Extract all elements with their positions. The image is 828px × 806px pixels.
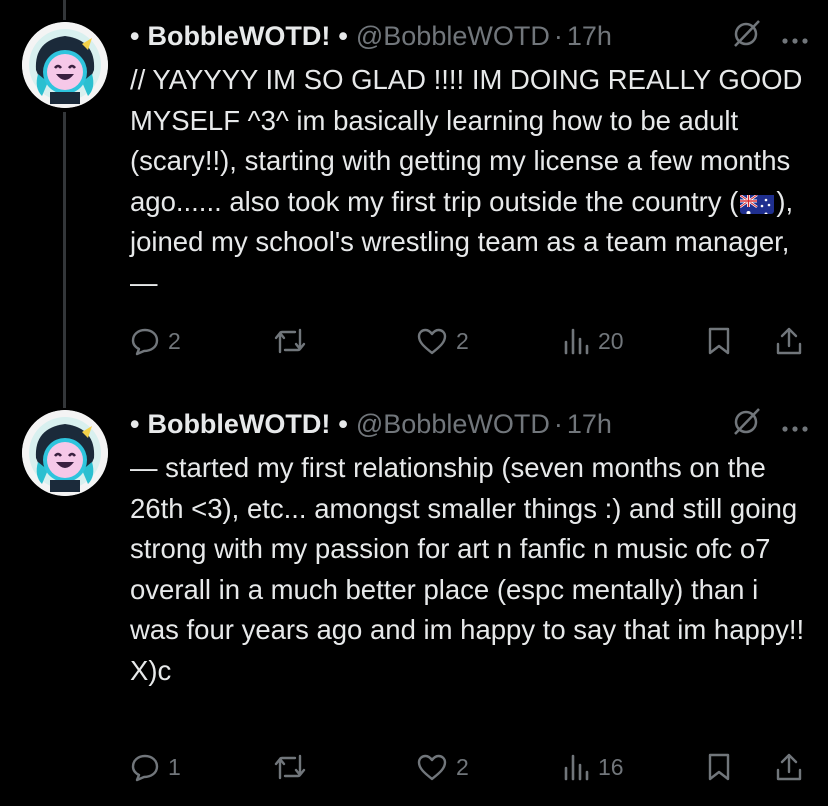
dot-separator: ·: [553, 408, 563, 439]
analytics-icon: [564, 328, 589, 355]
more-icon[interactable]: [782, 409, 808, 440]
share-icon: [776, 753, 802, 781]
reply-button[interactable]: 2: [130, 326, 181, 356]
heart-icon: [417, 328, 447, 355]
timestamp[interactable]: 17h: [567, 21, 612, 52]
like-count: 2: [456, 753, 469, 780]
views-count: 20: [598, 327, 624, 354]
bookmark-button[interactable]: [706, 326, 732, 356]
bookmark-icon: [708, 327, 730, 355]
tweet-header: • BobbleWOTD! • @BobbleWOTD · 17h: [130, 18, 828, 54]
retweet-icon: [274, 754, 306, 780]
views-button[interactable]: 16: [562, 752, 624, 782]
retweet-button[interactable]: [273, 326, 307, 356]
display-name[interactable]: BobbleWOTD!: [147, 21, 330, 52]
bookmark-icon: [708, 753, 730, 781]
tweet-2[interactable]: • BobbleWOTD! • @BobbleWOTD · 17h — star…: [0, 390, 828, 806]
timestamp[interactable]: 17h: [567, 409, 612, 440]
reply-count: 1: [168, 753, 181, 780]
reply-count: 2: [168, 327, 181, 354]
avatar-image: [22, 22, 108, 108]
tweet-1[interactable]: • BobbleWOTD! • @BobbleWOTD · 17h // YAY…: [0, 0, 828, 380]
like-button[interactable]: 2: [416, 752, 469, 782]
views-button[interactable]: 20: [562, 326, 624, 356]
analytics-icon: [564, 754, 589, 781]
like-count: 2: [456, 327, 469, 354]
retweet-button[interactable]: [273, 752, 307, 782]
reply-icon: [131, 328, 159, 356]
share-button[interactable]: [774, 752, 804, 782]
grok-icon[interactable]: [732, 18, 762, 55]
tweet-header: • BobbleWOTD! • @BobbleWOTD · 17h: [130, 406, 828, 442]
display-name[interactable]: BobbleWOTD!: [147, 409, 330, 440]
separator: •: [338, 408, 348, 439]
action-bar: 1 2 16: [130, 750, 808, 784]
tweet-text: // YAYYYY IM SO GLAD !!!! IM DOING REALL…: [130, 60, 810, 303]
avatar[interactable]: [22, 410, 108, 496]
dot-separator: ·: [553, 20, 563, 51]
more-icon[interactable]: [782, 21, 808, 52]
retweet-icon: [274, 328, 306, 354]
grok-icon[interactable]: [732, 406, 762, 443]
like-button[interactable]: 2: [416, 326, 469, 356]
bullet: •: [130, 20, 140, 51]
tweet-text: — started my first relationship (seven m…: [130, 452, 812, 686]
tweet-text-part: // YAYYYY IM SO GLAD !!!! IM DOING REALL…: [130, 64, 811, 217]
separator: •: [338, 20, 348, 51]
bookmark-button[interactable]: [706, 752, 732, 782]
views-count: 16: [598, 753, 624, 780]
australia-flag-icon: 🇦🇺: [740, 190, 775, 214]
share-icon: [776, 327, 802, 355]
action-bar: 2 2 20: [130, 324, 808, 358]
handle[interactable]: @BobbleWOTD: [356, 409, 550, 440]
avatar[interactable]: [22, 22, 108, 108]
handle[interactable]: @BobbleWOTD: [356, 21, 550, 52]
bullet: •: [130, 408, 140, 439]
avatar-image: [22, 410, 108, 496]
reply-icon: [131, 754, 159, 782]
heart-icon: [417, 754, 447, 781]
reply-button[interactable]: 1: [130, 752, 181, 782]
share-button[interactable]: [774, 326, 804, 356]
